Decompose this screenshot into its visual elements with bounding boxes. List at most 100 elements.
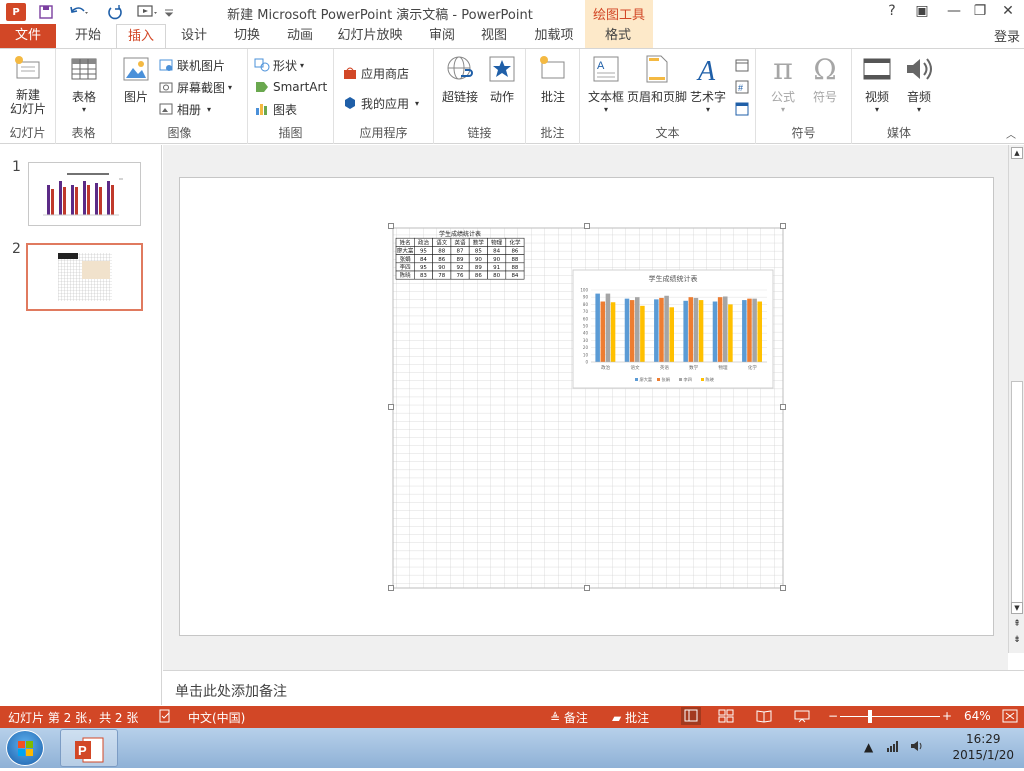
restore-icon[interactable]: ❐: [968, 3, 992, 19]
show-hidden-icons[interactable]: ▲: [864, 740, 873, 754]
notes-button[interactable]: ≜ 备注: [550, 709, 588, 726]
table-cell-text: 88: [438, 249, 445, 255]
tab-file[interactable]: 文件: [0, 24, 56, 48]
tab-animations[interactable]: 动画: [276, 24, 324, 48]
minimize-icon[interactable]: —: [942, 3, 966, 19]
zoom-out-button[interactable]: −: [828, 709, 838, 723]
slide-count-status[interactable]: 幻灯片 第 2 张，共 2 张: [8, 709, 138, 726]
slide-number-button[interactable]: #: [734, 77, 753, 97]
windows-start-button[interactable]: [6, 730, 44, 766]
hyperlink-icon: [444, 53, 476, 85]
screenshot-button[interactable]: 屏幕截图 ▾: [158, 77, 232, 97]
vertical-scrollbar[interactable]: ▲ ▼ ⇞ ⇟: [1008, 145, 1024, 653]
slide-sorter-button[interactable]: [718, 709, 734, 726]
taskbar-powerpoint-button[interactable]: P: [60, 729, 118, 767]
x-tick-label: 英语: [660, 364, 669, 371]
close-icon[interactable]: ✕: [996, 3, 1020, 19]
hyperlink-button[interactable]: 超链接: [438, 53, 482, 105]
comment-icon: [537, 53, 569, 85]
next-slide-icon[interactable]: ⇟: [1011, 635, 1023, 647]
undo-icon[interactable]: [64, 2, 94, 22]
wordart-button[interactable]: A 艺术字 ▾: [688, 53, 728, 114]
comments-button[interactable]: ▰ 批注: [612, 709, 649, 726]
resize-handle-l[interactable]: [388, 404, 394, 410]
notes-pane[interactable]: 单击此处添加备注: [163, 670, 1024, 706]
network-icon[interactable]: [886, 740, 900, 755]
action-button[interactable]: 动作: [484, 53, 520, 105]
login-link[interactable]: 登录: [994, 26, 1020, 45]
start-slideshow-icon[interactable]: [134, 2, 162, 22]
wordart-icon: A: [692, 53, 724, 85]
collapse-ribbon-icon[interactable]: ︿: [1006, 126, 1016, 141]
system-clock[interactable]: 16:29 2015/1/20: [952, 731, 1014, 763]
symbol-button[interactable]: Ω 符号: [806, 53, 844, 105]
textbox-button[interactable]: A 文本框 ▾: [584, 53, 628, 114]
scroll-down-icon[interactable]: ▼: [1011, 602, 1023, 614]
omega-icon: Ω: [813, 52, 837, 86]
equation-button[interactable]: π 公式 ▾: [764, 52, 802, 115]
resize-handle-t[interactable]: [584, 223, 590, 229]
tab-home[interactable]: 开始: [62, 24, 114, 48]
resize-handle-tr[interactable]: [780, 223, 786, 229]
zoom-slider-track[interactable]: [840, 716, 940, 717]
volume-icon[interactable]: [910, 740, 924, 755]
my-apps-button[interactable]: 我的应用 ▾: [342, 93, 419, 113]
slideshow-view-button[interactable]: [794, 709, 810, 726]
resize-handle-bl[interactable]: [388, 585, 394, 591]
header-footer-button[interactable]: 页眉和页脚: [626, 53, 688, 105]
shapes-icon: [254, 57, 270, 73]
help-icon[interactable]: ?: [880, 3, 904, 19]
language-status[interactable]: 中文(中国): [188, 709, 245, 726]
online-picture-button[interactable]: 联机图片: [158, 55, 225, 75]
tab-slideshow[interactable]: 幻灯片放映: [330, 24, 410, 48]
tab-design[interactable]: 设计: [170, 24, 218, 48]
zoom-in-button[interactable]: +: [942, 709, 952, 723]
slide-canvas[interactable]: 学生成绩统计表 姓名 政治 语文 英语 数学 物理 化学 廖大富 95 88 87 85 84 86 张娟 84…: [179, 177, 994, 636]
score-chart[interactable]: 学生成绩统计表0102030405060708090100政治 语文 英语 数学 物理化…: [572, 269, 774, 389]
scroll-thumb[interactable]: [1011, 381, 1023, 605]
slide-thumbnail-2[interactable]: [26, 243, 143, 311]
table-button[interactable]: 表格 ▾: [62, 53, 106, 114]
smartart-button[interactable]: SmartArt: [254, 77, 327, 97]
spell-check-icon[interactable]: [158, 709, 172, 726]
comment-button[interactable]: 批注: [532, 53, 574, 105]
normal-view-button[interactable]: [681, 707, 701, 725]
audio-button[interactable]: 音频 ▾: [900, 53, 938, 114]
legend-swatch: [701, 378, 704, 381]
fit-slide-button[interactable]: [1002, 709, 1018, 726]
resize-handle-br[interactable]: [780, 585, 786, 591]
tab-addins[interactable]: 加载项: [524, 24, 584, 48]
ribbon-display-options-icon[interactable]: ▣: [910, 3, 934, 19]
resize-handle-b[interactable]: [584, 585, 590, 591]
chart-button[interactable]: 图表: [254, 99, 297, 119]
zoom-slider-thumb[interactable]: [868, 710, 873, 723]
object-button[interactable]: [734, 99, 753, 119]
resize-handle-tl[interactable]: [388, 223, 394, 229]
resize-handle-r[interactable]: [780, 404, 786, 410]
tab-insert[interactable]: 插入: [116, 24, 166, 49]
shapes-button[interactable]: 形状 ▾: [254, 55, 304, 75]
table-cell-text: 84: [420, 257, 427, 263]
tab-review[interactable]: 审阅: [418, 24, 466, 48]
previous-slide-icon[interactable]: ⇞: [1011, 619, 1023, 631]
redo-icon[interactable]: [104, 2, 126, 22]
office-store-button[interactable]: 应用商店: [342, 63, 409, 83]
save-icon[interactable]: [36, 2, 56, 22]
scroll-up-icon[interactable]: ▲: [1011, 147, 1023, 159]
legend-swatch: [657, 378, 660, 381]
ribbon: 新建 幻灯片 幻灯片 表格 ▾ 表格 图片 联机图片 屏幕截图 ▾ 相册 ▾ 图…: [0, 48, 1024, 144]
zoom-level[interactable]: 64%: [964, 709, 991, 723]
reading-view-button[interactable]: [756, 709, 772, 726]
new-slide-button[interactable]: 新建 幻灯片: [6, 53, 50, 116]
photo-album-button[interactable]: 相册 ▾: [158, 99, 211, 119]
video-button[interactable]: 视频 ▾: [858, 53, 896, 114]
picture-button[interactable]: 图片: [118, 53, 154, 105]
customize-toolbar-icon[interactable]: [162, 2, 176, 22]
tab-view[interactable]: 视图: [470, 24, 518, 48]
date-time-button[interactable]: [734, 55, 753, 75]
slide-thumbnail-1[interactable]: [28, 162, 141, 226]
chart-bar: [688, 297, 694, 362]
ribbon-group-tables: 表格 ▾ 表格: [56, 49, 112, 144]
tab-format[interactable]: 格式: [588, 24, 648, 48]
tab-transitions[interactable]: 切换: [222, 24, 272, 48]
